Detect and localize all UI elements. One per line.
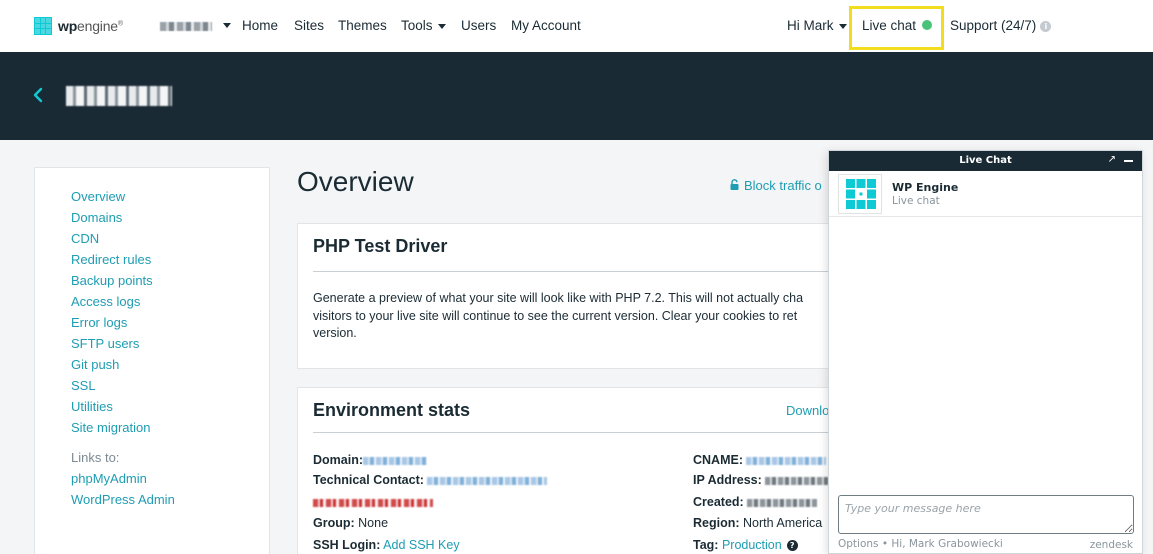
nav-tools[interactable]: Tools [401,18,446,33]
chat-agent-row: WP Engine Live chat [829,171,1142,217]
contact-value-redacted[interactable] [427,476,548,485]
support-link[interactable]: Support (24/7) i [950,18,1052,33]
info-icon: i [1040,20,1052,32]
sidebar-item-ssl[interactable]: SSL [71,378,96,393]
sidebar-item-site-migration[interactable]: Site migration [71,420,150,435]
ip-value-redacted [765,476,836,485]
user-menu[interactable]: Hi Mark [787,18,847,33]
nav-tools-label: Tools [401,18,433,33]
php-test-driver-card: PHP Test Driver Generate a preview of wh… [297,223,837,369]
wpengine-logo-icon [846,179,876,209]
stat-group: Group: None [313,516,389,530]
tag-production-link[interactable]: Production [722,538,782,552]
contact-email-redacted[interactable] [313,498,433,507]
sidebar-item-access-logs[interactable]: Access logs [71,294,140,309]
minimize-icon[interactable] [1124,160,1133,162]
wpengine-logo[interactable]: wpengine® [34,17,123,35]
sidebar-item-git-push[interactable]: Git push [71,357,119,372]
chat-message-input[interactable] [838,495,1134,534]
sidebar-item-utilities[interactable]: Utilities [71,399,113,414]
chat-header[interactable]: Live Chat ↗ [829,151,1142,171]
live-chat-widget: Live Chat ↗ WP Engine Live chat Options … [828,150,1143,554]
stat-tag: Tag: Production? [693,538,798,552]
sidebar-item-sftp-users[interactable]: SFTP users [71,336,139,351]
php-card-text-line: Generate a preview of what your site wil… [313,291,804,305]
nav-my-account[interactable]: My Account [511,18,581,33]
sidebar: Overview Domains CDN Redirect rules Back… [34,167,270,554]
stat-created: Created: [693,495,818,509]
nav-sites[interactable]: Sites [294,18,324,33]
sidebar-item-overview[interactable]: Overview [71,189,125,204]
sidebar-item-domains[interactable]: Domains [71,210,122,225]
agent-status: Live chat [892,195,940,207]
divider [313,432,836,433]
site-header [0,52,1153,140]
sidebar-link-wordpress-admin[interactable]: WordPress Admin [71,492,175,507]
chat-header-title: Live Chat [959,155,1012,166]
domain-value-redacted [363,456,427,465]
links-to-label: Links to: [71,450,120,465]
back-chevron-icon[interactable] [32,85,44,105]
sidebar-item-backup-points[interactable]: Backup points [71,273,153,288]
stat-cname: CNAME: [693,453,827,467]
chevron-down-icon [838,23,847,29]
live-chat-label: Live chat [862,18,917,33]
wpengine-logo-icon [34,17,52,35]
sidebar-item-redirect-rules[interactable]: Redirect rules [71,252,151,267]
add-ssh-key-link[interactable]: Add SSH Key [383,538,459,552]
php-card-text-line: version. [313,326,357,340]
env-card-title: Environment stats [313,400,471,420]
site-name-redacted [66,86,172,106]
top-nav: wpengine® Home Sites Themes Tools Users … [0,0,1153,52]
stat-technical-contact: Technical Contact: [313,473,548,487]
stat-region: Region: North America [693,516,823,530]
nav-themes[interactable]: Themes [338,18,387,33]
sidebar-item-cdn[interactable]: CDN [71,231,99,246]
php-card-text-line: visitors to your live site will continue… [313,308,798,323]
php-card-title: PHP Test Driver [313,236,448,256]
logo-text: wpengine® [58,18,123,34]
stat-domain: Domain: [313,453,427,467]
chat-options[interactable]: Options • Hi, Mark Grabowiecki [838,538,1003,550]
block-traffic-label: Block traffic o [744,178,822,193]
lock-icon [730,179,739,191]
page-title: Overview [297,166,414,197]
nav-users[interactable]: Users [461,18,496,33]
stat-ssh-login: SSH Login: Add SSH Key [313,538,460,552]
zendesk-branding[interactable]: zendesk [1090,539,1133,551]
agent-avatar [838,174,882,214]
sidebar-link-phpmyadmin[interactable]: phpMyAdmin [71,471,147,486]
online-status-icon [922,20,933,31]
user-greeting: Hi Mark [787,18,834,33]
environment-stats-card: Environment stats Downlo Domain: Technic… [297,387,837,554]
help-icon[interactable]: ? [786,540,798,552]
stat-ip-address: IP Address: [693,473,836,487]
account-caret-icon[interactable] [223,23,231,28]
chevron-down-icon [437,23,446,29]
popout-icon[interactable]: ↗ [1108,154,1116,165]
download-link[interactable]: Downlo [786,403,829,418]
stat-contact-email [313,495,433,509]
sidebar-item-error-logs[interactable]: Error logs [71,315,127,330]
nav-home[interactable]: Home [242,18,278,33]
created-value-redacted [747,498,818,507]
live-chat-link[interactable]: Live chat [862,18,933,33]
agent-name: WP Engine [892,181,959,194]
support-label: Support (24/7) [950,18,1037,33]
cname-value-redacted [746,456,827,465]
account-switcher-redacted[interactable] [160,22,212,31]
block-traffic-link[interactable]: Block traffic o [730,178,822,193]
divider [313,271,836,272]
